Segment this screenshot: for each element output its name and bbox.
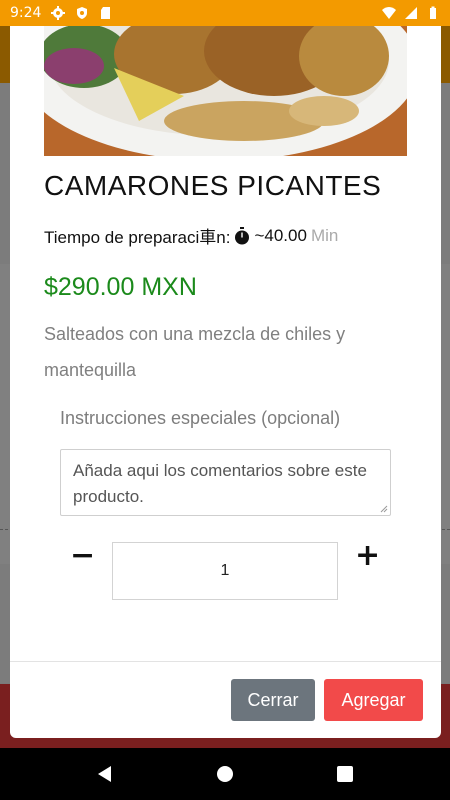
prep-time-label: Tiempo de preparaci車n:: [44, 228, 231, 247]
product-price: $290.00 MXN: [44, 273, 197, 301]
home-icon: [217, 766, 233, 782]
recents-button[interactable]: [335, 764, 355, 784]
special-instructions-label: Instrucciones especiales (opcional): [60, 408, 341, 428]
product-title: CAMARONES PICANTES: [44, 170, 382, 201]
prep-time-unit: Min: [310, 225, 339, 245]
resize-grip-icon[interactable]: [380, 505, 388, 513]
stopwatch-icon: [235, 226, 250, 244]
back-icon: [98, 766, 111, 782]
recents-icon: [337, 766, 353, 782]
shield-icon: [77, 7, 88, 19]
sd-card-icon: [101, 7, 111, 19]
navigation-bar: [0, 748, 450, 800]
increase-quantity-button[interactable]: +: [355, 541, 380, 571]
status-bar: 9:24: [0, 0, 450, 26]
status-time: 9:24: [10, 5, 42, 21]
battery-icon: [430, 6, 436, 19]
close-button[interactable]: Cerrar: [231, 679, 315, 721]
prep-time: Tiempo de preparaci車n: ~40.00 Min: [44, 223, 338, 248]
product-description: Salteados con una mezcla de chiles y man…: [44, 324, 346, 380]
prep-time-value: ~40.00: [254, 225, 307, 245]
quantity-input[interactable]: 1: [112, 542, 338, 600]
wifi-icon: [382, 7, 396, 19]
product-image: [44, 26, 407, 156]
special-instructions-placeholder: Añada aqui los comentarios sobre este pr…: [73, 461, 367, 506]
add-button[interactable]: Agregar: [324, 679, 423, 721]
home-button[interactable]: [215, 764, 235, 784]
decrease-quantity-button[interactable]: −: [70, 541, 95, 571]
product-modal: CAMARONES PICANTES Tiempo de preparaci車n…: [10, 26, 441, 738]
settings-icon: [51, 6, 66, 20]
modal-footer-divider: [10, 661, 441, 662]
back-button[interactable]: [95, 764, 115, 784]
special-instructions-input[interactable]: Añada aqui los comentarios sobre este pr…: [60, 449, 391, 516]
signal-icon: [405, 7, 417, 19]
